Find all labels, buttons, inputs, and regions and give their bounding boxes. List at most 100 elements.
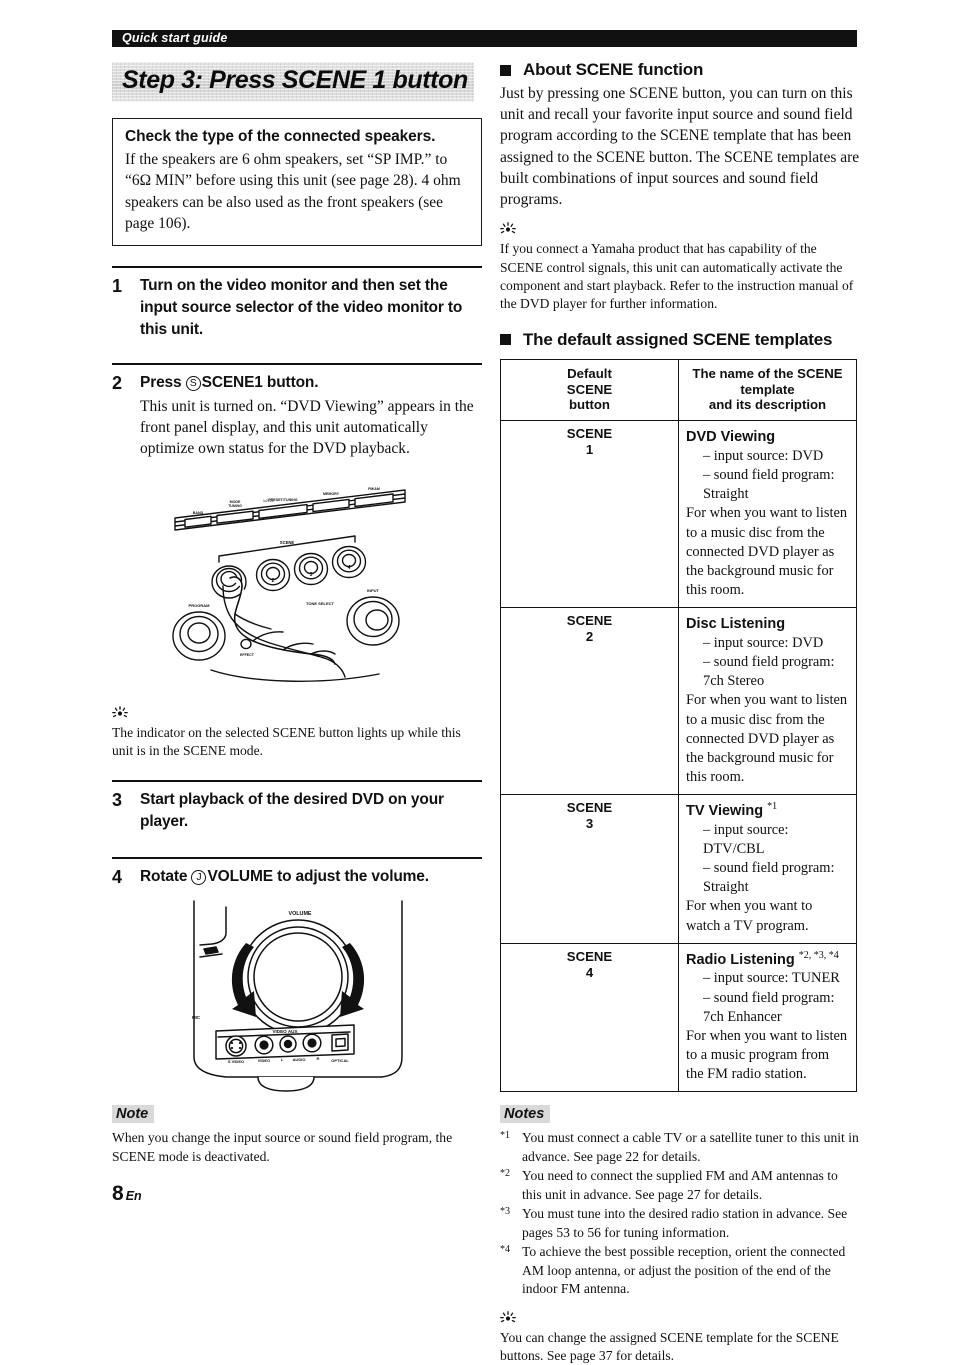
row-2-bullet-2: – sound field program: 7ch Stereo — [703, 654, 835, 690]
svg-text:EFFECT: EFFECT — [240, 653, 255, 657]
svg-text:\u2013: \u2013 — [263, 499, 273, 503]
step-2-heading-mid: SCENE1 — [201, 373, 263, 391]
footnote-3-text: You must tune into the desired radio sta… — [522, 1206, 848, 1240]
table-row: SCENE 3 TV Viewing *1 – input source: DT… — [500, 794, 857, 944]
tip-change-template-text: You can change the assigned SCENE templa… — [500, 1329, 839, 1364]
about-scene-body: Just by pressing one SCENE button, you c… — [500, 85, 860, 209]
step-3-heading: Start playback of the desired DVD on you… — [140, 791, 444, 831]
program-dial: PROGRAM — [172, 603, 226, 661]
footnote-item: *2 You need to connect the supplied FM a… — [500, 1167, 860, 1204]
row-3-button-label: SCENE — [566, 800, 613, 816]
step-4: 4 Rotate J VOLUME to adjust the volume. — [112, 857, 482, 889]
svg-text:TUNING: TUNING — [228, 504, 242, 508]
table-header-description: The name of the SCENE template and its d… — [678, 358, 857, 422]
step-2-heading: Press S SCENE1 button. — [140, 372, 482, 394]
footnote-item: *4 To achieve the best possible receptio… — [500, 1243, 860, 1298]
footnote-2-mark: *2 — [500, 1168, 510, 1180]
svg-text:VIDEO: VIDEO — [258, 1058, 270, 1063]
footnote-item: *3 You must tune into the desired radio … — [500, 1205, 860, 1242]
svg-text:PROGRAM: PROGRAM — [189, 603, 211, 608]
svg-text:OPTICAL: OPTICAL — [331, 1058, 349, 1063]
tip-sun-icon-3 — [500, 1310, 860, 1326]
row-4-bullet-2: – sound field program: 7ch Enhancer — [703, 989, 835, 1025]
row-2-button-label: SCENE — [566, 613, 613, 629]
row-1-bullet-2: – sound field program: Straight — [703, 467, 835, 503]
scene-button-2: 2 — [255, 558, 291, 591]
page-number: 8 En — [112, 1182, 142, 1206]
row-1-button-number: 1 — [585, 442, 594, 458]
table-row: SCENE 2 Disc Listening – input source: D… — [500, 607, 857, 796]
circled-letter-j-icon: J — [191, 870, 207, 886]
note-bottom-tag: Note — [112, 1104, 155, 1123]
svg-text:2: 2 — [272, 578, 275, 584]
svg-text:MEMORY: MEMORY — [323, 492, 340, 496]
row-2-content: Disc Listening – input source: DVD – sou… — [678, 607, 857, 796]
speaker-check-title: Check the type of the connected speakers… — [125, 128, 436, 145]
default-templates-heading-text: The default assigned SCENE templates — [523, 329, 833, 349]
svg-text:MODE: MODE — [230, 500, 241, 504]
footnote-4-mark: *4 — [500, 1244, 510, 1256]
step-2-heading-post: button. — [262, 373, 319, 391]
row-4-button: SCENE 4 — [500, 942, 679, 1093]
page-number-suffix: En — [125, 1189, 142, 1203]
svg-text:4: 4 — [348, 565, 351, 571]
step-2: 2 Press S SCENE1 button. This unit is tur… — [112, 362, 482, 460]
tip-scene-indicator: The indicator on the selected SCENE butt… — [112, 705, 482, 761]
bullet-square-icon — [500, 64, 511, 76]
row-3-bullet-2: – sound field program: Straight — [703, 860, 835, 896]
step-4-heading-pre: Rotate — [140, 868, 192, 886]
svg-text:AUDIO: AUDIO — [293, 1057, 306, 1062]
row-1-button: SCENE 1 — [500, 420, 679, 609]
svg-text:R: R — [317, 1056, 320, 1061]
header-line-1: Default — [567, 365, 612, 381]
table-header-button: Default SCENE button — [500, 358, 679, 422]
bullet-square-icon-2 — [500, 334, 511, 346]
step-3-number: 3 — [112, 790, 123, 811]
running-header-bar: Quick start guide — [112, 30, 857, 47]
table-row: SCENE 4 Radio Listening *2, *3, *4 – inp… — [500, 942, 857, 1093]
header-desc-line-1: The name of the SCENE template — [692, 365, 843, 397]
panel-button-strip: BAND TUNING MODE PRESET/TUNING MEMORY FM… — [174, 487, 406, 531]
note-bottom-text: When you change the input source or soun… — [112, 1129, 453, 1164]
step-4-heading-post: to adjust the volume. — [272, 868, 429, 886]
notes-tag: Notes — [500, 1105, 551, 1124]
step-1-number: 1 — [112, 275, 123, 296]
volume-knob — [240, 919, 356, 1035]
footnote-1-mark: *1 — [500, 1130, 510, 1142]
svg-text:3: 3 — [310, 572, 313, 578]
step-2-number: 2 — [112, 372, 123, 393]
row-2-bullet-1: – input source: DVD — [703, 634, 824, 651]
step-2-description: This unit is turned on. “DVD Viewing” ap… — [140, 397, 474, 458]
header-line-3: button — [568, 397, 610, 413]
table-header-row: Default SCENE button The name of the SCE… — [500, 358, 857, 422]
row-3-description: For when you want to watch a TV program. — [686, 898, 813, 934]
row-3-template-name: TV Viewing *1 — [686, 801, 778, 819]
row-1-bullet-1: – input source: DVD — [703, 447, 824, 464]
page-number-value: 8 — [112, 1182, 124, 1205]
volume-knob-illustration: MIC VOLUME VIDEO AUX S VIDEO VIDEO L AUD… — [182, 899, 482, 1099]
footnote-4-text: To achieve the best possible reception, … — [522, 1244, 846, 1297]
left-column: Step 3: Press SCENE 1 button Check the t… — [112, 62, 482, 1166]
step-3: 3 Start playback of the desired DVD on y… — [112, 780, 482, 833]
header-line-2: SCENE — [566, 381, 613, 397]
svg-text:S VIDEO: S VIDEO — [228, 1059, 244, 1064]
row-2-template-name: Disc Listening — [686, 616, 786, 633]
step-4-heading: Rotate J VOLUME to adjust the volume. — [140, 866, 482, 888]
step-3-banner-title: Step 3: Press SCENE 1 button — [122, 66, 468, 94]
row-3-button: SCENE 3 — [500, 794, 679, 944]
scene-button-4: 4 — [331, 545, 367, 578]
row-1-content: DVD Viewing – input source: DVD – sound … — [678, 420, 857, 609]
front-panel-scene-button-illustration: BAND TUNING MODE PRESET/TUNING MEMORY FM… — [167, 474, 482, 694]
running-header-label: Quick start guide — [122, 31, 228, 45]
svg-text:BAND: BAND — [193, 511, 204, 515]
svg-text:VIDEO AUX: VIDEO AUX — [272, 1029, 298, 1034]
row-3-content: TV Viewing *1 – input source: DTV/CBL – … — [678, 794, 857, 944]
right-column: About SCENE function Just by pressing on… — [500, 60, 860, 1365]
row-4-button-label: SCENE — [566, 948, 613, 964]
footnote-1-text: You must connect a cable TV or a satelli… — [522, 1130, 859, 1164]
manual-page: Quick start guide Step 3: Press SCENE 1 … — [0, 0, 954, 1363]
row-1-template-name: DVD Viewing — [686, 429, 776, 446]
row-4-button-number: 4 — [585, 964, 594, 980]
row-4-description: For when you want to listen to a music p… — [686, 1027, 848, 1083]
row-4-template-name: Radio Listening *2, *3, *4 — [686, 949, 839, 968]
